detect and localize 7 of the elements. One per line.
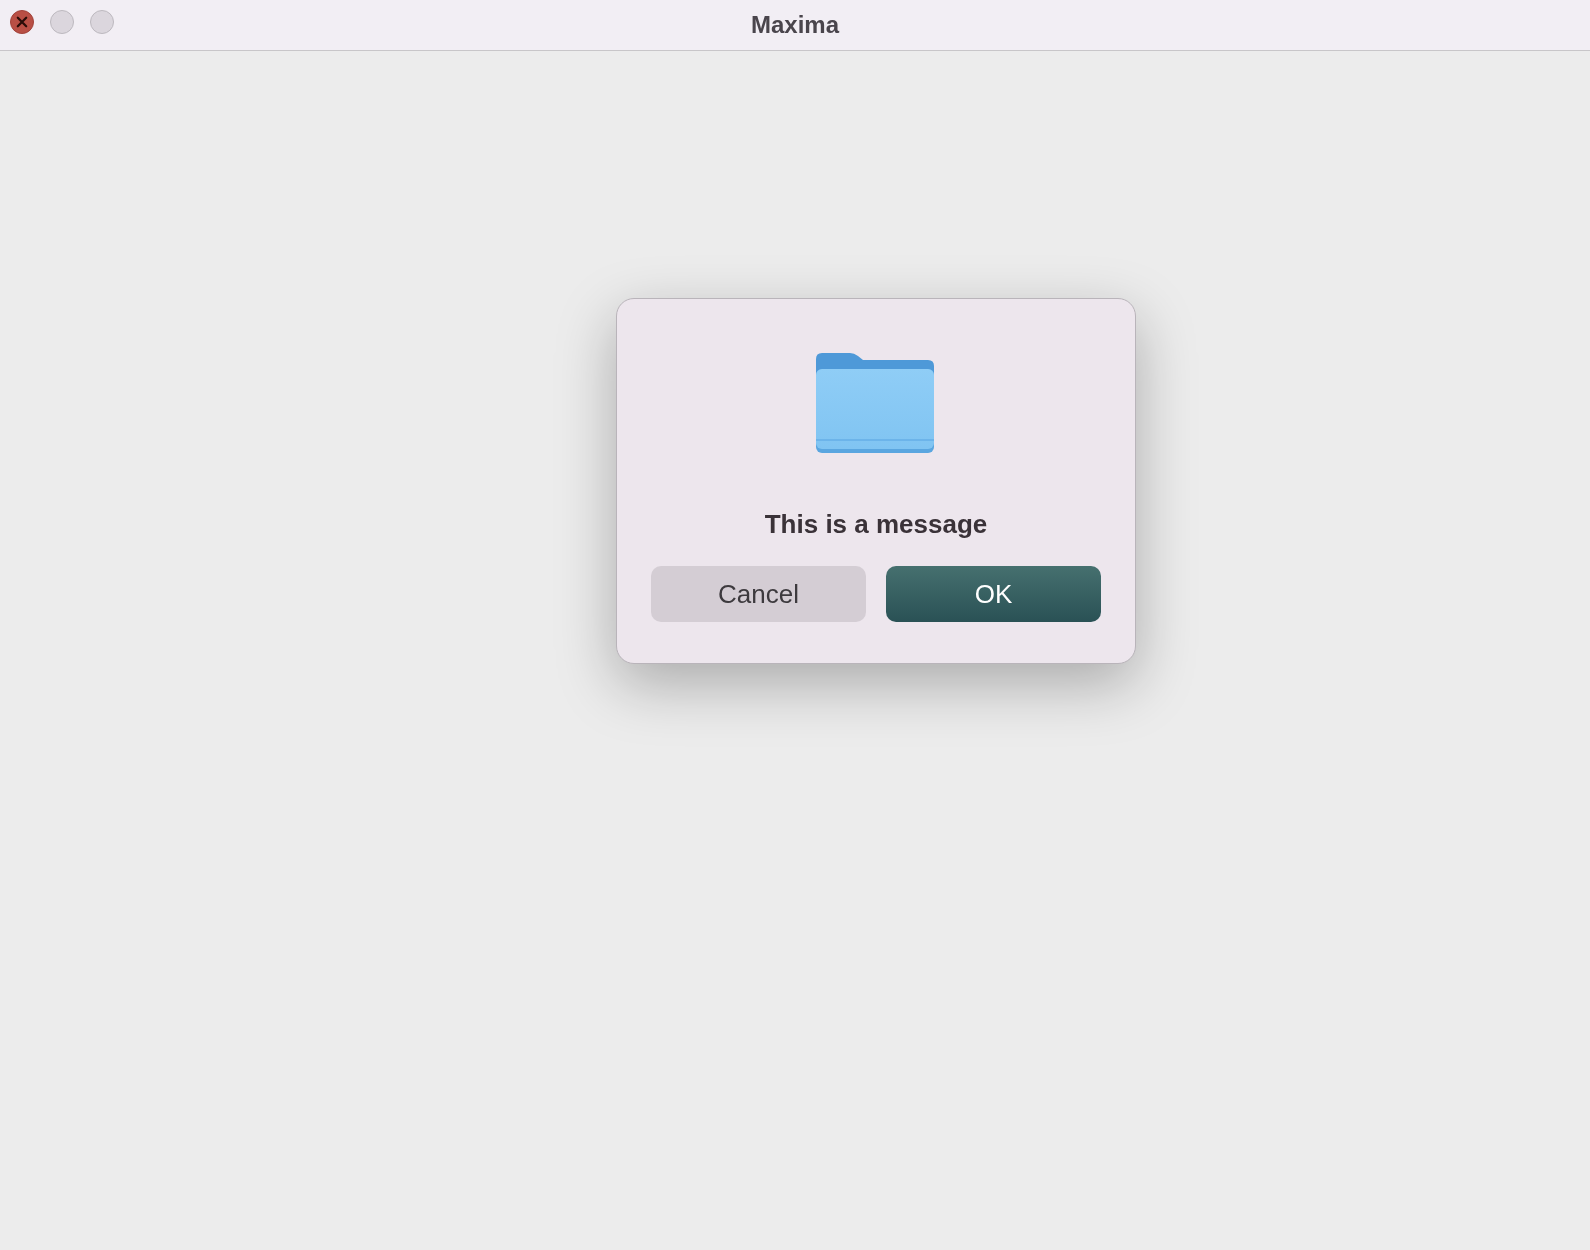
- ok-button[interactable]: OK: [886, 566, 1101, 622]
- cancel-button[interactable]: Cancel: [651, 566, 866, 622]
- folder-icon: [816, 353, 936, 455]
- close-icon: [15, 15, 29, 29]
- window-title: Maxima: [750, 11, 839, 39]
- close-button[interactable]: [10, 10, 34, 34]
- dialog-message: This is a message: [764, 509, 988, 540]
